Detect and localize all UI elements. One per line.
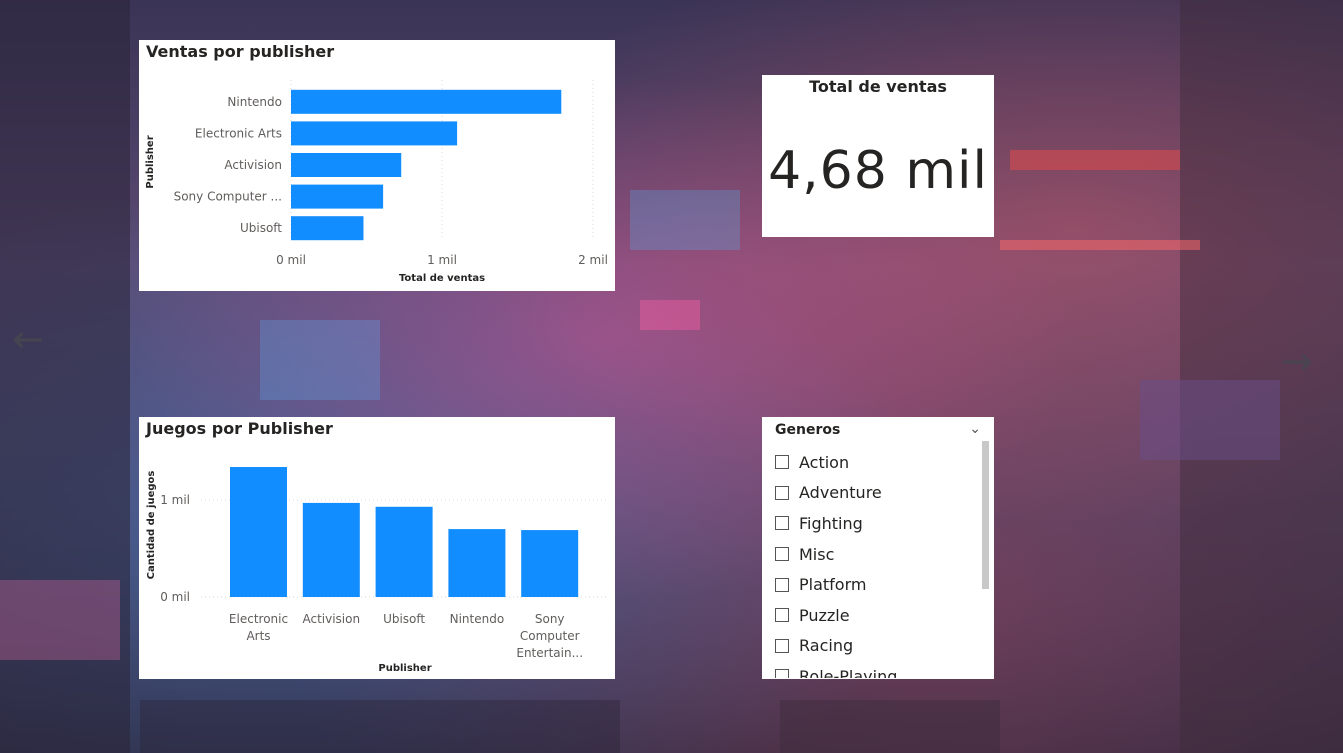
checkbox[interactable] <box>775 608 789 623</box>
slicer-item[interactable]: Misc <box>775 539 980 570</box>
slicer-item[interactable]: Platform <box>775 569 980 600</box>
checkbox[interactable] <box>775 638 789 653</box>
bar[interactable] <box>291 153 402 177</box>
slicer-item[interactable]: Action <box>775 447 980 478</box>
x-tick-label: 2 mil <box>578 253 608 267</box>
category-label: Nintendo <box>450 612 505 626</box>
genres-slicer[interactable]: Generos ⌄ Action Adventure Fighting Misc Pla… <box>762 417 994 679</box>
x-tick-label: 1 mil <box>427 253 457 267</box>
games-by-publisher-chart[interactable]: Juegos por Publisher Cantidad de juegos … <box>139 417 615 679</box>
slicer-item-label: Platform <box>799 575 867 595</box>
category-label: Nintendo <box>227 95 282 109</box>
bar[interactable] <box>521 530 579 597</box>
slicer-item-label: Adventure <box>799 483 882 503</box>
checkbox[interactable] <box>775 669 789 678</box>
category-label: Electronic Arts <box>195 126 282 140</box>
category-label: Electronic <box>229 612 288 626</box>
bar[interactable] <box>291 184 384 209</box>
slicer-item[interactable]: Racing <box>775 631 980 662</box>
y-tick-label: 1 mil <box>160 493 190 507</box>
total-sales-card[interactable]: Total de ventas 4,68 mil <box>762 75 994 237</box>
checkbox[interactable] <box>775 455 789 470</box>
category-label: Arts <box>246 629 270 643</box>
x-axis-label: Total de ventas <box>399 273 485 284</box>
previous-page-arrow-icon[interactable]: ← <box>12 320 44 358</box>
bar[interactable] <box>291 89 562 114</box>
category-label: Entertain... <box>516 646 583 660</box>
category-label: Activision <box>224 158 282 172</box>
sales-by-publisher-plot: Publisher Total de ventas 0 mil 1 mil 2 mi… <box>145 80 608 284</box>
x-axis-label: Publisher <box>378 663 431 674</box>
slicer-item[interactable]: Puzzle <box>775 600 980 631</box>
slicer-item[interactable]: Fighting <box>775 508 980 539</box>
bar[interactable] <box>302 502 360 597</box>
category-label: Activision <box>302 612 360 626</box>
sales-by-publisher-chart[interactable]: Ventas por publisher Publisher Total de … <box>139 40 615 291</box>
slicer-item-label: Role-Playing <box>799 666 898 678</box>
checkbox[interactable] <box>775 485 789 500</box>
bar[interactable] <box>448 529 506 597</box>
card-title: Total de ventas <box>809 77 947 96</box>
slicer-item[interactable]: Adventure <box>775 478 980 509</box>
x-tick-label: 0 mil <box>276 253 306 267</box>
checkbox[interactable] <box>775 516 789 531</box>
card-value: 4,68 mil <box>768 141 988 201</box>
category-label: Ubisoft <box>383 612 425 626</box>
y-tick-label: 0 mil <box>160 590 190 604</box>
bar[interactable] <box>291 121 458 146</box>
scrollbar[interactable] <box>982 441 989 589</box>
slicer-list: Action Adventure Fighting Misc Platform Puzzl… <box>775 447 980 678</box>
bar[interactable] <box>375 506 433 597</box>
checkbox[interactable] <box>775 577 789 592</box>
category-label: Sony <box>535 612 565 626</box>
y-axis-label: Cantidad de juegos <box>146 471 157 580</box>
slicer-item-label: Misc <box>799 544 835 564</box>
y-axis-label: Publisher <box>145 135 156 188</box>
bar[interactable] <box>230 467 287 597</box>
slicer-item-label: Fighting <box>799 513 863 533</box>
next-page-arrow-icon[interactable]: → <box>1281 342 1313 380</box>
slicer-item[interactable]: Role-Playing <box>775 661 980 678</box>
slicer-item-label: Puzzle <box>799 605 850 625</box>
chevron-down-icon[interactable]: ⌄ <box>969 421 981 437</box>
games-by-publisher-plot: Cantidad de juegos Publisher 0 mil 1 mil E… <box>146 467 609 674</box>
bar[interactable] <box>291 216 364 241</box>
checkbox[interactable] <box>775 547 789 562</box>
category-label: Computer <box>520 629 580 643</box>
slicer-item-label: Action <box>799 452 850 472</box>
slicer-item-label: Racing <box>799 636 854 656</box>
category-label: Sony Computer ... <box>174 190 282 204</box>
slicer-title: Generos <box>775 422 841 438</box>
category-label: Ubisoft <box>240 221 282 235</box>
